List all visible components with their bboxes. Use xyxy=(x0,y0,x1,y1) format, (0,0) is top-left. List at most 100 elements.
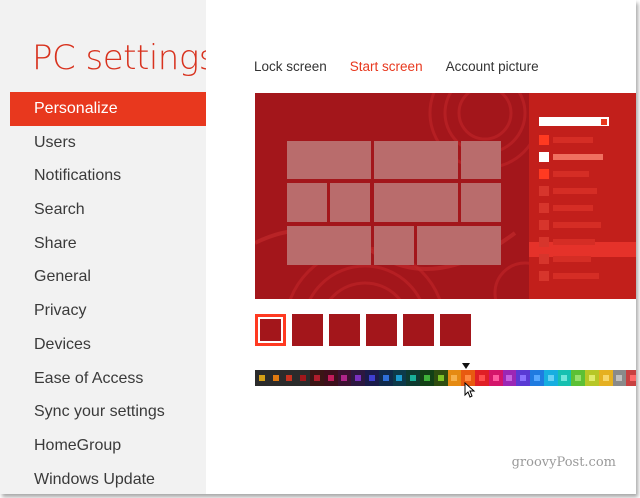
sidebar-item-privacy[interactable]: Privacy xyxy=(10,294,206,328)
pattern-swatch[interactable] xyxy=(403,314,434,346)
sidebar-item-share[interactable]: Share xyxy=(10,227,206,261)
color-swatch[interactable] xyxy=(365,370,379,386)
sidebar-item-devices[interactable]: Devices xyxy=(10,328,206,362)
pattern-swatch[interactable] xyxy=(366,314,397,346)
personalize-tabs: Lock screen Start screen Account picture xyxy=(254,59,539,74)
color-swatch[interactable] xyxy=(612,370,627,386)
color-swatch-dot xyxy=(382,375,389,381)
color-swatch[interactable] xyxy=(488,370,503,386)
content-pane: Lock screen Start screen Account picture xyxy=(206,0,636,494)
sidebar-nav: Personalize Users Notifications Search S… xyxy=(10,92,206,494)
tile xyxy=(374,226,414,265)
tile xyxy=(461,141,501,179)
sidebar-item-sync-your-settings[interactable]: Sync your settings xyxy=(10,395,206,429)
app-title: PC settings xyxy=(32,38,206,78)
color-swatch[interactable] xyxy=(255,370,269,386)
color-swatch[interactable] xyxy=(337,370,352,386)
background-pattern-picker xyxy=(255,314,471,346)
color-swatch[interactable] xyxy=(310,370,324,386)
tile xyxy=(461,183,501,222)
color-swatch-dot xyxy=(492,375,499,381)
color-swatch[interactable] xyxy=(475,370,489,386)
search-charm-preview xyxy=(529,93,636,299)
color-swatch-dot xyxy=(313,375,320,381)
sidebar-item-homegroup[interactable]: HomeGroup xyxy=(10,429,206,463)
color-swatch[interactable] xyxy=(323,370,338,386)
color-swatch-dot xyxy=(341,375,348,381)
color-swatch-dot xyxy=(547,375,554,381)
color-swatch-dot xyxy=(437,375,444,381)
color-swatch[interactable] xyxy=(268,370,283,386)
pattern-swatch-selected[interactable] xyxy=(255,314,286,346)
color-swatch[interactable] xyxy=(543,370,558,386)
sidebar-item-users[interactable]: Users xyxy=(10,126,206,160)
color-swatch-dot xyxy=(368,375,375,381)
tile xyxy=(287,183,327,222)
pc-settings-window: PC settings Personalize Users Notificati… xyxy=(0,0,636,494)
tile xyxy=(374,141,458,179)
pattern-swatch[interactable] xyxy=(292,314,323,346)
color-swatch-dot xyxy=(465,375,472,381)
color-swatch-dot xyxy=(272,375,279,381)
color-swatch-dot xyxy=(561,375,568,381)
color-swatch-dot xyxy=(423,375,430,381)
color-swatch-dot xyxy=(533,375,540,381)
color-swatch-dot xyxy=(520,375,527,381)
color-swatch-dot xyxy=(327,375,334,381)
color-picker-strip[interactable] xyxy=(255,370,636,386)
color-swatch-dot xyxy=(588,375,595,381)
sidebar-item-search[interactable]: Search xyxy=(10,193,206,227)
color-swatch[interactable] xyxy=(557,370,572,386)
sidebar: PC settings Personalize Users Notificati… xyxy=(0,0,206,494)
color-swatch[interactable] xyxy=(406,370,420,386)
color-swatch-dot xyxy=(300,375,307,381)
color-swatch-dot xyxy=(478,375,485,381)
color-swatch-dot xyxy=(451,375,458,381)
color-swatch-dot xyxy=(355,375,362,381)
pattern-swatch[interactable] xyxy=(329,314,360,346)
color-swatch[interactable] xyxy=(626,370,636,386)
color-swatch[interactable] xyxy=(433,370,448,386)
color-swatch-dot xyxy=(575,375,582,381)
color-swatch[interactable] xyxy=(516,370,530,386)
sidebar-item-notifications[interactable]: Notifications xyxy=(10,159,206,193)
tab-start-screen[interactable]: Start screen xyxy=(350,59,423,74)
tile xyxy=(374,183,458,222)
color-swatch-dot xyxy=(286,375,293,381)
color-swatch[interactable] xyxy=(571,370,585,386)
color-swatch[interactable] xyxy=(282,370,297,386)
pattern-swatch[interactable] xyxy=(440,314,471,346)
tab-account-picture[interactable]: Account picture xyxy=(446,59,539,74)
search-box-preview xyxy=(539,117,609,126)
tile xyxy=(287,226,371,265)
sidebar-item-windows-update[interactable]: Windows Update xyxy=(10,463,206,494)
tile xyxy=(330,183,370,222)
color-swatch-dot xyxy=(630,375,636,381)
sidebar-item-personalize[interactable]: Personalize xyxy=(10,92,206,126)
color-swatch[interactable] xyxy=(502,370,517,386)
color-swatch[interactable] xyxy=(296,370,310,386)
color-swatch-dot xyxy=(506,375,513,381)
color-swatch[interactable] xyxy=(392,370,407,386)
sidebar-item-general[interactable]: General xyxy=(10,260,206,294)
color-swatch[interactable] xyxy=(530,370,544,386)
tab-lock-screen[interactable]: Lock screen xyxy=(254,59,327,74)
color-swatch[interactable] xyxy=(447,370,462,386)
color-swatch[interactable] xyxy=(351,370,365,386)
tile xyxy=(417,226,501,265)
color-swatch-dot xyxy=(258,375,265,381)
color-swatch[interactable] xyxy=(585,370,599,386)
color-swatch-dot xyxy=(396,375,403,381)
mouse-cursor-icon xyxy=(464,382,476,398)
color-swatch[interactable] xyxy=(378,370,393,386)
color-swatch-dot xyxy=(616,375,623,381)
watermark: groovyPost.com xyxy=(511,455,616,470)
sidebar-item-ease-of-access[interactable]: Ease of Access xyxy=(10,362,206,396)
color-swatch[interactable] xyxy=(420,370,434,386)
start-screen-preview xyxy=(255,93,636,299)
color-selection-marker xyxy=(462,363,470,369)
tile xyxy=(287,141,371,179)
color-swatch-dot xyxy=(410,375,417,381)
color-swatch[interactable] xyxy=(598,370,613,386)
color-swatch-dot xyxy=(602,375,609,381)
